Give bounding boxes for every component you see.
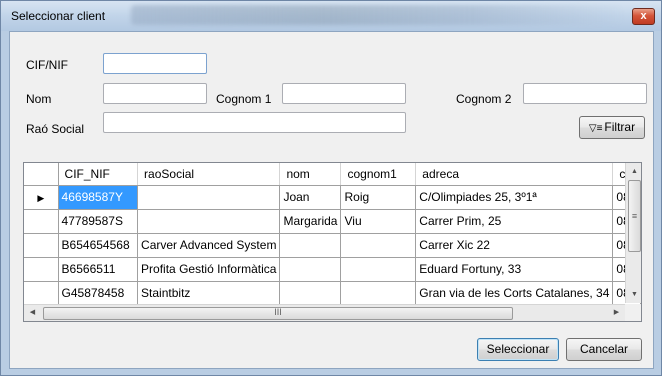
row-header[interactable]: [24, 233, 59, 258]
cif-field[interactable]: [103, 53, 207, 74]
dialog-content: CIF/NIF Nom Cognom 1 Cognom 2 Raó Social…: [9, 31, 654, 369]
horizontal-scrollbar[interactable]: ◀ III ▶: [24, 304, 625, 321]
scroll-right-icon[interactable]: ▶: [608, 305, 625, 321]
horizontal-scroll-thumb[interactable]: III: [43, 307, 513, 320]
cognom2-label: Cognom 2: [456, 92, 512, 106]
nom-label: Nom: [26, 92, 52, 106]
row-header-corner: [24, 163, 59, 186]
table-row[interactable]: B654654568 Carver Advanced System Carrer…: [24, 233, 641, 258]
table-row[interactable]: G45878458 Staintbitz Gran via de les Cor…: [24, 281, 641, 306]
row-header[interactable]: [24, 257, 59, 282]
row-header[interactable]: ▶: [24, 185, 59, 210]
window-title: Seleccionar client: [11, 9, 106, 23]
cell-cif[interactable]: 47789587S: [58, 209, 139, 234]
cell-cif[interactable]: B6566511: [58, 257, 139, 282]
filter-button[interactable]: ▽≡ Filtrar: [579, 116, 645, 139]
cognom1-label: Cognom 1: [216, 92, 272, 106]
cell-cognom1[interactable]: [340, 281, 417, 306]
nom-field[interactable]: [103, 83, 207, 104]
filter-icon: ▽≡: [588, 123, 603, 134]
table-row[interactable]: ▶ 46698587Y Joan Roig C/Olimpiades 25, 3…: [24, 185, 641, 210]
cell-rao-social[interactable]: Profita Gestió Informàtica: [137, 257, 281, 282]
scroll-down-icon[interactable]: ▼: [626, 286, 641, 303]
column-header-cif[interactable]: CIF_NIF: [58, 163, 139, 186]
cell-adreca[interactable]: Carrer Prim, 25: [415, 209, 614, 234]
cell-nom[interactable]: [279, 257, 342, 282]
title-bar-blur: [131, 5, 621, 25]
cell-cognom1[interactable]: Roig: [340, 185, 417, 210]
rao-social-field[interactable]: [103, 112, 406, 133]
cell-adreca[interactable]: Eduard Fortuny, 33: [415, 257, 614, 282]
rao-social-label: Raó Social: [26, 122, 85, 136]
column-header-adreca[interactable]: adreca: [415, 163, 614, 186]
cell-rao-social[interactable]: Staintbitz: [137, 281, 281, 306]
cell-nom[interactable]: [279, 233, 342, 258]
cell-cif[interactable]: 46698587Y: [58, 185, 139, 210]
cell-nom[interactable]: [279, 281, 342, 306]
scroll-up-icon[interactable]: ▲: [626, 163, 641, 180]
vertical-scrollbar[interactable]: ▲ ≡ ▼: [625, 163, 641, 303]
row-header[interactable]: [24, 209, 59, 234]
cancel-button[interactable]: Cancelar: [566, 338, 642, 361]
title-bar[interactable]: Seleccionar client x: [1, 1, 661, 31]
cell-adreca[interactable]: Carrer Xic 22: [415, 233, 614, 258]
row-header[interactable]: [24, 281, 59, 306]
cif-label: CIF/NIF: [26, 58, 68, 72]
column-header-cognom1[interactable]: cognom1: [340, 163, 417, 186]
cell-rao-social[interactable]: [137, 185, 281, 210]
cell-rao-social[interactable]: Carver Advanced System: [137, 233, 281, 258]
select-button[interactable]: Seleccionar: [477, 338, 559, 361]
cell-nom[interactable]: Margarida: [279, 209, 342, 234]
table-row[interactable]: 47789587S Margarida Viu Carrer Prim, 25 …: [24, 209, 641, 234]
scrollbar-corner: [625, 304, 641, 321]
cell-cognom1[interactable]: [340, 257, 417, 282]
clients-table: CIF_NIF raoSocial nom cognom1 adreca c ▶…: [24, 163, 641, 306]
column-header-nom[interactable]: nom: [279, 163, 342, 186]
vertical-scroll-thumb[interactable]: ≡: [628, 180, 641, 252]
filter-button-label: Filtrar: [604, 120, 636, 134]
cognom1-field[interactable]: [282, 83, 406, 104]
column-header-rao-social[interactable]: raoSocial: [137, 163, 281, 186]
cell-cif[interactable]: B654654568: [58, 233, 139, 258]
close-button[interactable]: x: [632, 8, 655, 25]
cell-adreca[interactable]: Gran via de les Corts Catalanes, 34: [415, 281, 614, 306]
grid-header-row: CIF_NIF raoSocial nom cognom1 adreca c: [24, 163, 641, 186]
cell-cif[interactable]: G45878458: [58, 281, 139, 306]
cell-adreca[interactable]: C/Olimpiades 25, 3º1ª: [415, 185, 614, 210]
cognom2-field[interactable]: [523, 83, 647, 104]
close-icon: x: [640, 10, 647, 22]
clients-grid[interactable]: CIF_NIF raoSocial nom cognom1 adreca c ▶…: [23, 162, 642, 322]
cell-cognom1[interactable]: Viu: [340, 209, 417, 234]
table-row[interactable]: B6566511 Profita Gestió Informàtica Edua…: [24, 257, 641, 282]
cell-cognom1[interactable]: [340, 233, 417, 258]
scroll-left-icon[interactable]: ◀: [24, 305, 41, 321]
current-row-icon: ▶: [37, 193, 45, 203]
cell-rao-social[interactable]: [137, 209, 281, 234]
cell-nom[interactable]: Joan: [279, 185, 342, 210]
dialog-window: Seleccionar client x CIF/NIF Nom Cognom …: [0, 0, 662, 376]
